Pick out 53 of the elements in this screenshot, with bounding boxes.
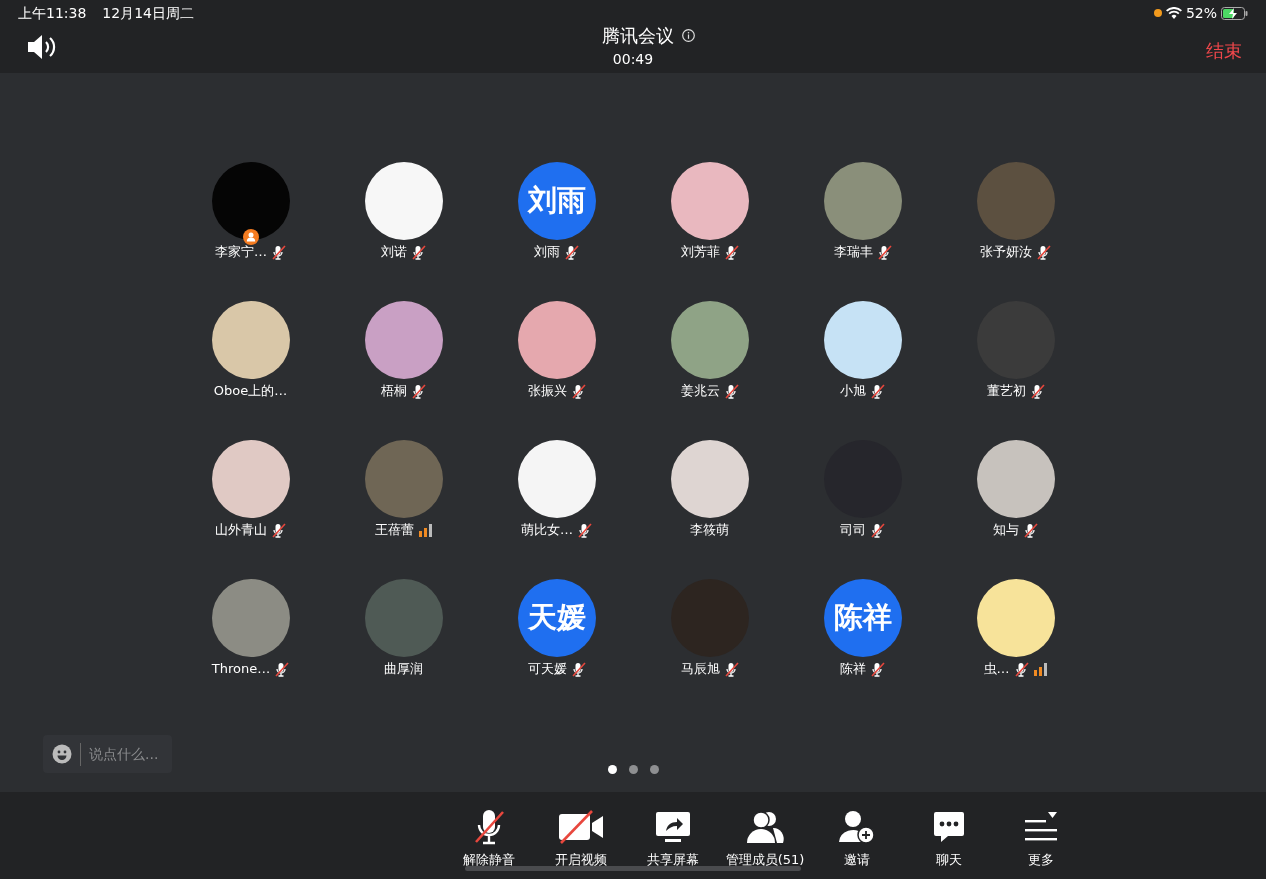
more-toolbar-button[interactable]: 更多 [995,792,1087,879]
text-avatar: 陈祥 [823,579,902,657]
wifi-icon [1165,7,1182,19]
participant-name: 董艺初 [986,382,1026,401]
participant-name: 梧桐 [381,382,407,401]
emoji-icon[interactable] [52,744,72,764]
participant-name: 山外青山 [215,521,267,540]
status-date: 12月14日周二 [102,3,194,23]
participant-name: 张予妍汝 [980,243,1032,262]
participant-name: 姜兆云 [680,382,720,401]
participant-name: 小旭 [840,382,866,401]
participant-name: 李筱萌 [690,521,729,540]
text-avatar: 刘雨 [517,162,596,240]
video-toolbar-button[interactable]: 开启视频 [535,792,627,879]
page-dot[interactable] [628,765,638,774]
battery-percent: 52% [1185,3,1217,23]
participant-name: 马辰旭 [680,660,720,679]
participant-name: 陈祥 [840,660,866,679]
participant-name: 王蓓蕾 [374,521,414,540]
meeting-title: 腾讯会议 [601,24,674,48]
muted-mic-icon [472,808,506,846]
chat-input-field[interactable]: 说点什么... [43,735,172,773]
participant-name: 李瑞丰 [833,243,873,262]
participant-name: 曲厚润 [384,660,423,679]
participant-name: 虫… [983,660,1010,679]
participant-name: 可天媛 [527,660,567,679]
participant-name: 司司 [840,521,866,540]
end-meeting-button[interactable]: 结束 [1206,37,1242,64]
indicator-dot-icon [1153,9,1162,17]
participant-name: Oboe上的… [213,382,288,401]
page-dot[interactable] [607,765,617,774]
page-dot[interactable] [649,765,659,774]
participant-name: Throne… [211,660,271,679]
add-person-icon [838,808,876,846]
chat-toolbar-button[interactable]: 聊天 [903,792,995,879]
battery-charging-icon [1221,6,1248,20]
participant-name: 萌比女… [521,521,573,540]
participant-name: 知与 [993,521,1019,540]
mic-toolbar-button[interactable]: 解除静音 [443,792,535,879]
participant-name: 李家宁… [215,243,267,262]
participant-name: 张振兴 [527,382,567,401]
participant-name: 刘雨 [534,243,560,262]
invite-toolbar-button[interactable]: 邀请 [811,792,903,879]
participant-name: 刘芳菲 [680,243,720,262]
members-toolbar-button[interactable]: 管理成员(51) [719,792,811,879]
participant-name: 刘诺 [381,243,407,262]
status-time: 上午11:38 [18,3,87,23]
text-avatar: 天媛 [517,579,596,657]
info-icon[interactable] [681,29,695,42]
share-toolbar-button[interactable]: 共享屏幕 [627,792,719,879]
meeting-timer: 00:49 [612,51,654,67]
speaker-icon[interactable] [26,34,57,60]
video-off-icon [558,808,604,846]
